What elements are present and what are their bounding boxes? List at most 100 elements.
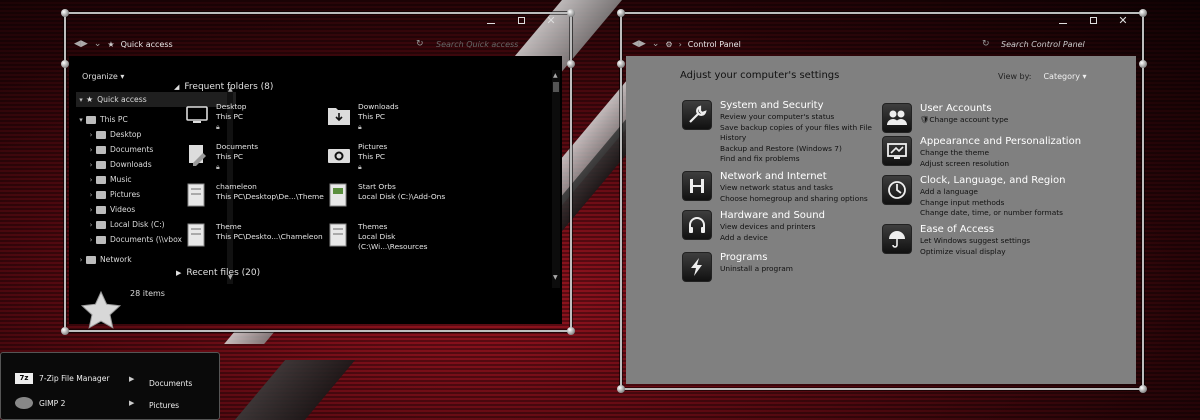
view-by-dropdown[interactable]: Category ▾ (1043, 72, 1086, 81)
category-user-accounts: User Accounts 🛡︎Change account type (882, 103, 1132, 133)
frequent-folders-header[interactable]: ◢ Frequent folders (8) (174, 82, 273, 92)
start-menu-pictures[interactable]: Pictures (149, 401, 179, 410)
back-arrow-icon[interactable]: ◀▶ (74, 39, 88, 49)
folder-icon (326, 182, 352, 208)
start-menu-documents[interactable]: Documents (149, 379, 192, 388)
category-title[interactable]: User Accounts (920, 103, 1008, 115)
pin-icon[interactable]: 🔒︎ (358, 162, 387, 172)
address-bar[interactable]: ◀▶ ⌄ ★ Quick access (74, 39, 173, 49)
category-link[interactable]: Save backup copies of your files with Fi… (720, 123, 872, 134)
category-link[interactable]: Adjust screen resolution (920, 159, 1081, 170)
minimize-button[interactable] (478, 12, 504, 28)
expand-icon[interactable]: › (86, 131, 96, 139)
headphones-icon[interactable] (682, 210, 712, 240)
expand-icon[interactable]: › (86, 176, 96, 184)
category-link[interactable]: View devices and printers (720, 222, 825, 233)
category-title[interactable]: Hardware and Sound (720, 210, 825, 222)
frame-corner (617, 60, 625, 68)
network-icon[interactable] (682, 171, 712, 201)
folder-tile-pictures[interactable]: Pictures This PC 🔒︎ (326, 142, 466, 178)
recent-files-header[interactable]: ▶ Recent files (20) (176, 268, 260, 278)
expand-icon[interactable]: › (86, 221, 96, 229)
content-scrollbar[interactable] (552, 70, 560, 288)
search-input[interactable]: Search Control Panel (1001, 40, 1085, 49)
chevron-down-icon[interactable]: ⌄ (652, 39, 660, 49)
category-title[interactable]: Appearance and Personalization (920, 136, 1081, 148)
folder-tile-chameleon[interactable]: chameleon This PC\Desktop\De...\Theme (184, 182, 324, 218)
chevron-right-icon[interactable]: ▶ (129, 375, 134, 383)
pin-icon[interactable]: 🔒︎ (216, 162, 258, 172)
expand-icon[interactable]: › (76, 256, 86, 264)
umbrella-icon[interactable] (882, 224, 912, 254)
start-menu-label: 7-Zip File Manager (39, 374, 110, 383)
users-icon[interactable] (882, 103, 912, 133)
scroll-down-arrow[interactable]: ▼ (553, 274, 558, 281)
category-link[interactable]: Add a device (720, 233, 825, 244)
search-input[interactable]: Search Quick access (436, 40, 518, 49)
refresh-icon[interactable]: ↻ (982, 39, 990, 49)
category-link[interactable]: Change date, time, or number formats (920, 208, 1065, 219)
wrench-icon[interactable] (682, 100, 712, 130)
refresh-icon[interactable]: ↻ (416, 39, 424, 49)
close-button[interactable]: ✕ (538, 12, 564, 28)
expand-icon[interactable]: › (86, 161, 96, 169)
palette-icon[interactable] (882, 136, 912, 166)
category-title[interactable]: Clock, Language, and Region (920, 175, 1065, 187)
category-link[interactable]: Backup and Restore (Windows 7) (720, 144, 872, 155)
pin-icon[interactable]: 🔒︎ (358, 122, 399, 132)
address-bar[interactable]: ◀▶ ⌄ ⚙ › Control Panel (632, 39, 741, 49)
start-menu-item-gimp[interactable]: GIMP 2 (15, 397, 66, 409)
clock-icon[interactable] (882, 175, 912, 205)
chevron-down-icon: ▾ (120, 72, 125, 81)
category-link[interactable]: Find and fix problems (720, 154, 872, 165)
category-link[interactable]: 🛡︎Change account type (920, 115, 1008, 126)
category-link[interactable]: Change the theme (920, 148, 1081, 159)
category-title[interactable]: Ease of Access (920, 224, 1030, 236)
folder-tile-desktop[interactable]: Desktop This PC 🔒︎ (184, 102, 324, 138)
music-icon (96, 175, 106, 184)
close-button[interactable]: ✕ (1110, 12, 1136, 28)
chevron-right-icon[interactable]: ▶ (129, 399, 134, 407)
category-link[interactable]: Change input methods (920, 198, 1065, 209)
expand-icon[interactable]: ▾ (76, 116, 86, 124)
organize-button[interactable]: Organize ▾ (82, 72, 124, 81)
back-arrow-icon[interactable]: ◀▶ (632, 39, 646, 49)
category-title[interactable]: System and Security (720, 100, 872, 112)
category-title[interactable]: Programs (720, 252, 793, 264)
category-link[interactable]: Uninstall a program (720, 264, 793, 275)
category-link[interactable]: Review your computer's status (720, 112, 872, 123)
category-link[interactable]: View network status and tasks (720, 183, 868, 194)
breadcrumb[interactable]: Control Panel (688, 40, 741, 49)
breadcrumb[interactable]: Quick access (121, 40, 173, 49)
download-icon (96, 160, 106, 169)
expand-icon[interactable]: › (86, 191, 96, 199)
expand-icon[interactable]: ▾ (76, 96, 86, 104)
frame-corner (61, 327, 69, 335)
category-link[interactable]: Let Windows suggest settings (920, 236, 1030, 247)
folder-tile-downloads[interactable]: Downloads This PC 🔒︎ (326, 102, 466, 138)
pin-icon[interactable]: 🔒︎ (216, 122, 246, 132)
category-link[interactable]: Choose homegroup and sharing options (720, 194, 868, 205)
category-link-label: Change account type (929, 115, 1009, 124)
expand-icon[interactable]: › (86, 206, 96, 214)
folder-tile-start-orbs[interactable]: Start Orbs Local Disk (C:)\Add-Ons (326, 182, 466, 218)
scroll-up-arrow[interactable]: ▲ (553, 72, 558, 79)
maximize-button[interactable] (1080, 12, 1106, 28)
folder-tile-theme[interactable]: Theme This PC\Deskto...\Chameleon (184, 222, 324, 258)
expand-icon[interactable]: › (86, 236, 96, 244)
category-title[interactable]: Network and Internet (720, 171, 868, 183)
scrollbar-thumb[interactable] (553, 82, 559, 92)
star-icon (80, 290, 122, 329)
category-link[interactable]: Optimize visual display (920, 247, 1030, 258)
minimize-button[interactable] (1050, 12, 1076, 28)
maximize-button[interactable] (508, 12, 534, 28)
start-menu-item-7zip[interactable]: 7z 7-Zip File Manager (15, 373, 110, 384)
folder-tile-themes[interactable]: Themes Local Disk (C:\Wi...\Resources (326, 222, 466, 258)
expand-icon[interactable]: › (86, 146, 96, 154)
chevron-down-icon[interactable]: ⌄ (94, 39, 102, 49)
nav-label: Network (100, 255, 132, 264)
lightning-icon[interactable] (682, 252, 712, 282)
category-link[interactable]: History (720, 133, 872, 144)
folder-tile-documents[interactable]: Documents This PC 🔒︎ (184, 142, 324, 178)
category-link[interactable]: Add a language (920, 187, 1065, 198)
